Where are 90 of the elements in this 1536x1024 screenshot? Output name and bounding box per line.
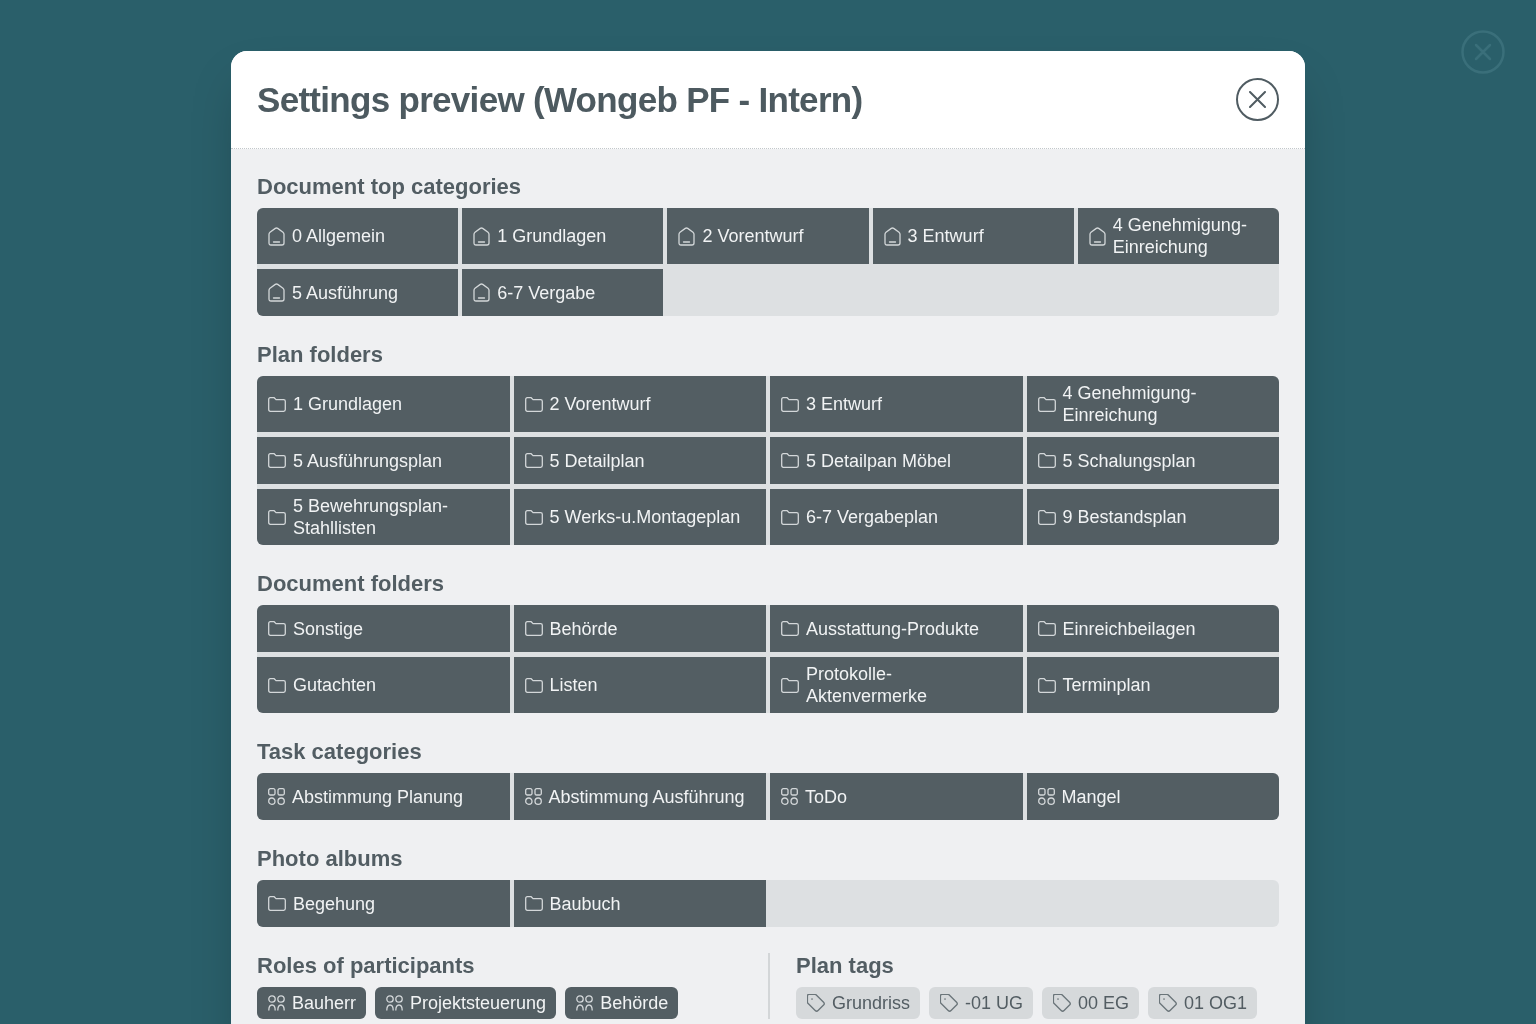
- task-category-label: ToDo: [805, 785, 848, 808]
- category-label: 1 Grundlagen: [497, 225, 607, 247]
- tag-label: -01 UG: [965, 992, 1024, 1014]
- section-heading: Task categories: [257, 739, 422, 765]
- tag-icon: [940, 994, 959, 1012]
- folder-icon: [1037, 509, 1056, 525]
- folder-icon: [1037, 453, 1056, 468]
- category-label: 2 Vorentwurf: [702, 225, 804, 247]
- task-category-label: Mangel: [1061, 785, 1121, 808]
- folder-icon: [268, 621, 286, 636]
- folder-label: 5 Werks-u.Montageplan: [549, 506, 741, 528]
- category-label: 3 Entwurf: [907, 225, 984, 247]
- task-category-label: Abstimmung Planung: [292, 785, 464, 808]
- folder-icon: [781, 396, 799, 412]
- folder-icon: [524, 896, 543, 911]
- house-icon: [678, 226, 696, 246]
- users-icon: [576, 994, 594, 1012]
- folder-label: 1 Grundlagen: [293, 393, 403, 415]
- folder-label: 6-7 Vergabeplan: [806, 506, 939, 528]
- folder-icon: [781, 677, 799, 693]
- role-label: Projektsteuerung: [410, 992, 547, 1014]
- folder-label: 5 Detailplan: [549, 449, 645, 472]
- shapes-grid-icon: [781, 788, 798, 805]
- folder-label: Sonstige: [293, 617, 364, 640]
- folder-label: 2 Vorentwurf: [549, 393, 651, 415]
- role-label: Bauherr: [292, 992, 357, 1014]
- tag-icon: [1053, 994, 1072, 1012]
- section-heading: Plan tags: [796, 953, 894, 979]
- close-icon: [1249, 91, 1266, 108]
- users-icon: [386, 994, 404, 1012]
- folder-label: Protokolle-Aktenvermerke: [806, 663, 929, 707]
- house-icon: [268, 226, 285, 246]
- folder-label: 5 Detailpan Möbel: [806, 449, 952, 472]
- folder-icon: [268, 509, 286, 525]
- tag-icon: [807, 994, 825, 1012]
- folder-label: 9 Bestandsplan: [1062, 506, 1187, 528]
- folder-label: 4 Genehmigung-Einreichung: [1062, 382, 1198, 426]
- folder-icon: [524, 509, 543, 525]
- folder-icon: [524, 396, 543, 412]
- folder-label: Einreichbeilagen: [1062, 617, 1196, 640]
- folder-label: Ausstattung-Produkte: [806, 617, 980, 640]
- section-heading: Document top categories: [257, 174, 522, 200]
- category-label: 6-7 Vergabe: [497, 281, 596, 304]
- section-heading: Document folders: [257, 571, 445, 597]
- house-icon: [268, 283, 285, 302]
- folder-label: Gutachten: [293, 674, 377, 696]
- folder-label: Baubuch: [549, 892, 621, 915]
- dialog-title: Settings preview (Wongeb PF - Intern): [257, 78, 863, 121]
- folder-icon: [524, 453, 543, 468]
- folder-icon: [524, 677, 543, 693]
- folder-icon: [524, 621, 543, 636]
- folder-label: Behörde: [549, 617, 618, 640]
- folder-icon: [268, 453, 286, 468]
- category-label: 5 Ausführung: [292, 281, 399, 304]
- house-icon: [1088, 226, 1106, 246]
- task-category-label: Abstimmung Ausführung: [548, 785, 745, 808]
- folder-icon: [268, 677, 286, 693]
- folder-label: 5 Ausführungsplan: [293, 449, 443, 472]
- tag-icon: [1159, 994, 1178, 1012]
- house-icon: [883, 226, 901, 246]
- folder-label: 5 Bewehrungsplan-Stahllisten: [293, 495, 450, 539]
- section-heading: Photo albums: [257, 846, 403, 872]
- category-label: 0 Allgemein: [292, 225, 386, 247]
- section-heading: Roles of participants: [257, 953, 475, 979]
- folder-icon: [781, 453, 799, 468]
- tag-label: 01 OG1: [1184, 992, 1248, 1014]
- folder-icon: [1037, 396, 1056, 412]
- role-label: Behörde: [600, 992, 669, 1014]
- shapes-grid-icon: [1037, 788, 1055, 805]
- folder-label: Terminplan: [1062, 674, 1151, 696]
- folder-icon: [268, 896, 286, 911]
- folder-label: 5 Schalungsplan: [1062, 449, 1196, 472]
- folder-label: 3 Entwurf: [806, 393, 883, 415]
- folder-label: Begehung: [293, 892, 376, 915]
- section-heading: Plan folders: [257, 342, 383, 368]
- house-icon: [473, 283, 491, 302]
- shapes-grid-icon: [268, 788, 285, 805]
- category-label: 4 Genehmigung-Einreichung: [1112, 214, 1248, 258]
- users-icon: [268, 994, 285, 1012]
- shapes-grid-icon: [524, 788, 542, 805]
- folder-icon: [781, 621, 799, 636]
- house-icon: [473, 226, 491, 246]
- folder-icon: [1037, 621, 1056, 636]
- folder-icon: [781, 509, 799, 525]
- folder-label: Listen: [549, 674, 598, 696]
- close-button[interactable]: [1236, 78, 1279, 121]
- tag-label: Grundriss: [832, 992, 911, 1014]
- folder-icon: [268, 396, 286, 412]
- tag-label: 00 EG: [1078, 992, 1130, 1014]
- folder-icon: [1037, 677, 1056, 693]
